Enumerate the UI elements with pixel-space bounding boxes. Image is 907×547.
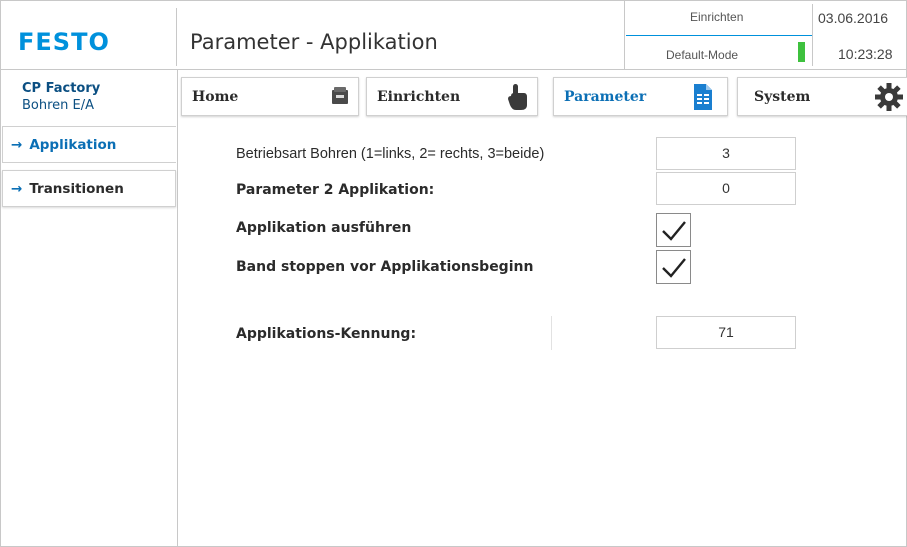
betriebsart-label: Betriebsart Bohren (1=links, 2= rechts, …	[236, 146, 545, 162]
hand-pointer-icon	[507, 83, 529, 115]
nav-system-label: System	[754, 89, 811, 105]
station-module: Bohren E/A	[22, 98, 95, 113]
parameter2-label: Parameter 2 Applikation:	[236, 182, 435, 198]
nav-parameter-label: Parameter	[564, 89, 647, 105]
nav-home-label: Home	[192, 89, 239, 105]
arrow-right-icon: →	[11, 137, 23, 153]
ausfuehren-checkbox[interactable]	[656, 213, 691, 247]
checkmark-icon	[662, 258, 686, 278]
operating-mode-label: Einrichten	[690, 10, 744, 24]
band-stoppen-label: Band stoppen vor Applikationsbeginn	[236, 259, 534, 275]
document-icon	[694, 84, 712, 114]
nav-home-button[interactable]: Home	[181, 77, 359, 116]
header-bar: FESTO Parameter - Applikation Einrichten…	[0, 0, 907, 70]
header-divider	[624, 0, 625, 70]
sidebar-divider	[177, 70, 178, 547]
gear-icon	[874, 82, 904, 116]
station-name: CP Factory	[22, 81, 101, 96]
status-indicator	[798, 42, 805, 62]
sidebar-item-label: Transitionen	[29, 181, 124, 197]
ausfuehren-label: Applikation ausführen	[236, 220, 412, 236]
festo-logo: FESTO	[18, 28, 110, 56]
sidebar-item-applikation[interactable]: → Applikation	[2, 126, 176, 163]
header-divider	[812, 4, 813, 66]
band-stoppen-checkbox[interactable]	[656, 250, 691, 284]
sidebar-item-label: Applikation	[29, 137, 117, 153]
nav-system-button[interactable]: System	[737, 77, 907, 116]
sidebar-item-transitionen[interactable]: → Transitionen	[2, 170, 176, 207]
nav-einrichten-button[interactable]: Einrichten	[366, 77, 538, 116]
station-label: CP Factory Bohren E/A	[22, 80, 100, 114]
date-display: 03.06.2016	[818, 10, 889, 26]
time-display: 10:23:28	[838, 46, 893, 62]
betriebsart-input[interactable]: 3	[656, 137, 796, 170]
arrow-right-icon: →	[11, 181, 23, 197]
parameter2-input[interactable]: 0	[656, 172, 796, 205]
nav-einrichten-label: Einrichten	[377, 89, 461, 105]
mode-name-label: Default-Mode	[666, 48, 739, 62]
nav-parameter-button[interactable]: Parameter	[553, 77, 728, 116]
kennung-label: Applikations-Kennung:	[236, 326, 417, 342]
header-divider	[176, 8, 177, 66]
page-title: Parameter - Applikation	[190, 30, 438, 54]
field-divider	[551, 316, 552, 350]
checkmark-icon	[662, 221, 686, 241]
kennung-input[interactable]: 71	[656, 316, 796, 349]
home-icon	[330, 87, 350, 109]
